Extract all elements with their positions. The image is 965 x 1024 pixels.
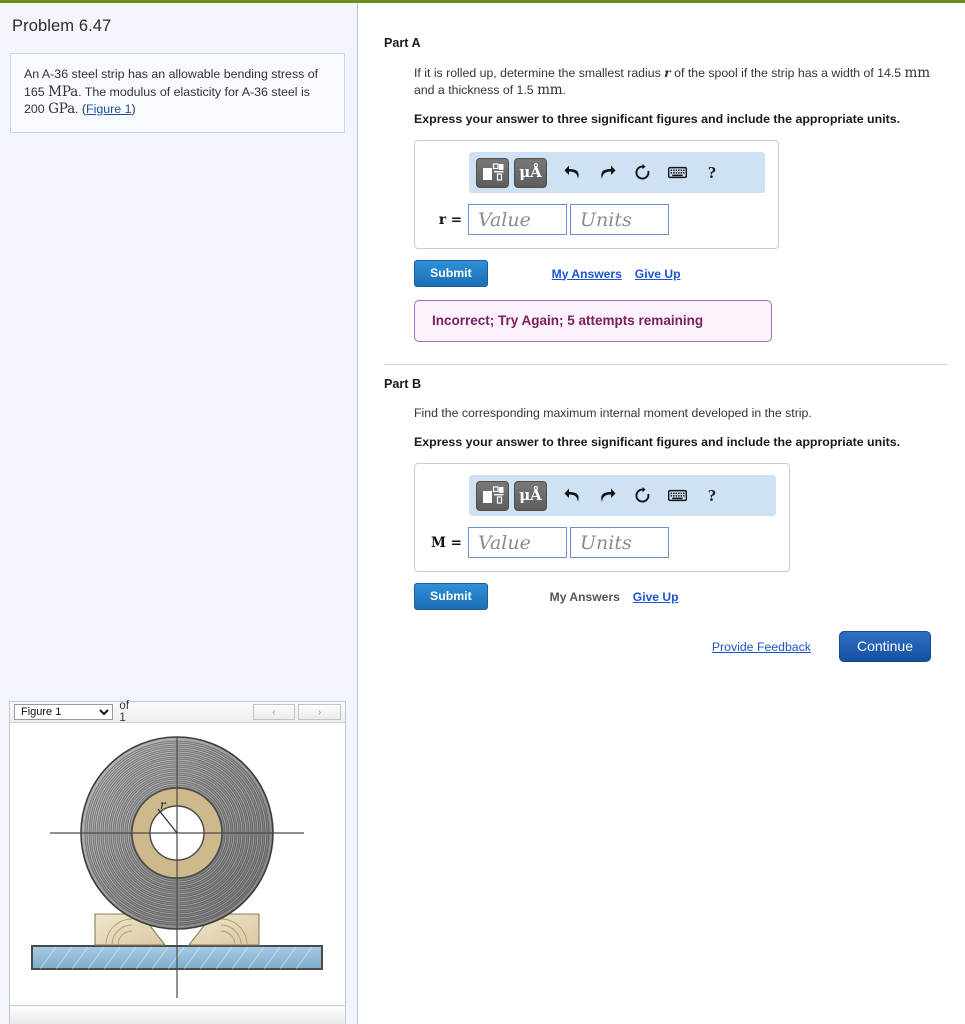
unit-gpa: GPa bbox=[48, 101, 76, 117]
question-text-3: and a thickness of 1.5 bbox=[414, 83, 538, 97]
part-b-math-toolbar: μÅ ? bbox=[469, 475, 776, 516]
figure-panel: Figure 1 of 1 ‹ › r bbox=[9, 700, 346, 1007]
part-a-input-row: r = bbox=[415, 204, 778, 235]
part-b-instruction: Express your answer to three significant… bbox=[414, 435, 901, 449]
part-a-input-label: r = bbox=[438, 211, 462, 228]
part-b-heading: Part B bbox=[384, 377, 422, 391]
reset-icon[interactable] bbox=[627, 481, 657, 511]
figure-toolbar: Figure 1 of 1 ‹ › bbox=[10, 700, 345, 724]
figure-image: r bbox=[10, 723, 345, 1006]
unit-mm-thickness: mm bbox=[537, 82, 563, 98]
part-b-units-input[interactable] bbox=[570, 527, 669, 558]
right-content-panel: Part A If it is rolled up, determine the… bbox=[359, 3, 965, 1024]
question-text-4: . bbox=[562, 83, 566, 97]
part-a-units-input[interactable] bbox=[570, 204, 669, 235]
problem-statement: An A-36 steel strip has an allowable ben… bbox=[10, 53, 345, 133]
figure-next-button[interactable]: › bbox=[298, 704, 341, 720]
question-text-2: of the spool if the strip has a width of… bbox=[670, 66, 905, 80]
chevron-right-icon: › bbox=[317, 706, 322, 718]
redo-icon[interactable] bbox=[592, 481, 622, 511]
question-text-1: If it is rolled up, determine the smalle… bbox=[414, 66, 665, 80]
footer-actions: Provide Feedback Continue bbox=[384, 631, 931, 662]
page-title: Problem 6.47 bbox=[12, 17, 112, 35]
part-b-input-row: M = bbox=[415, 527, 789, 558]
part-b-give-up-link[interactable]: Give Up bbox=[633, 590, 679, 604]
continue-button[interactable]: Continue bbox=[838, 631, 931, 662]
statement-part-4: ) bbox=[131, 102, 136, 116]
part-b-input-label: M = bbox=[431, 534, 462, 551]
figure-link[interactable]: Figure 1 bbox=[86, 102, 131, 116]
math-template-glyph bbox=[482, 163, 503, 181]
keyboard-icon[interactable] bbox=[662, 158, 692, 188]
undo-icon[interactable] bbox=[557, 481, 587, 511]
redo-icon[interactable] bbox=[592, 158, 622, 188]
part-a-submit-button[interactable]: Submit bbox=[414, 260, 488, 287]
provide-feedback-link[interactable]: Provide Feedback bbox=[712, 640, 811, 654]
micro-angstrom-label: μÅ bbox=[519, 486, 542, 504]
help-icon[interactable]: ? bbox=[697, 158, 727, 188]
problem-statement-text: An A-36 steel strip has an allowable ben… bbox=[24, 66, 331, 119]
figure-count-label: of 1 bbox=[119, 700, 130, 724]
math-template-icon[interactable] bbox=[476, 157, 509, 188]
chevron-left-icon: ‹ bbox=[272, 706, 276, 718]
part-a-my-answers-link[interactable]: My Answers bbox=[552, 267, 622, 281]
math-template-icon[interactable] bbox=[476, 480, 509, 511]
part-a-feedback-message: Incorrect; Try Again; 5 attempts remaini… bbox=[414, 300, 772, 342]
keyboard-icon[interactable] bbox=[662, 481, 692, 511]
micro-angstrom-icon[interactable]: μÅ bbox=[514, 480, 547, 511]
part-b-question: Find the corresponding maximum internal … bbox=[414, 406, 812, 420]
part-a-section: Part A If it is rolled up, determine the… bbox=[359, 36, 965, 342]
figure-prev-button[interactable]: ‹ bbox=[252, 704, 296, 720]
figure-select[interactable]: Figure 1 bbox=[14, 704, 114, 720]
statement-part-3: . ( bbox=[75, 102, 87, 116]
math-template-glyph bbox=[482, 486, 503, 504]
part-a-value-input[interactable] bbox=[468, 204, 567, 235]
question-variable-r: r bbox=[664, 65, 671, 80]
part-divider bbox=[384, 364, 947, 365]
part-a-answer-box: μÅ ? r = Value Units bbox=[414, 140, 779, 249]
micro-angstrom-icon[interactable]: μÅ bbox=[514, 157, 547, 188]
part-b-submit-button[interactable]: Submit bbox=[414, 583, 488, 610]
page-root: Problem 6.47 An A-36 steel strip has an … bbox=[0, 0, 965, 1024]
part-a-give-up-link[interactable]: Give Up bbox=[635, 267, 681, 281]
left-problem-panel: Problem 6.47 An A-36 steel strip has an … bbox=[0, 3, 358, 1024]
part-a-instruction: Express your answer to three significant… bbox=[414, 112, 901, 126]
steel-coil-diagram: r bbox=[31, 736, 323, 998]
figure-footer-strip bbox=[9, 1005, 346, 1024]
unit-mpa: MPa bbox=[48, 83, 79, 100]
part-a-math-toolbar: μÅ ? bbox=[469, 152, 765, 193]
part-b-submit-row: Submit My Answers Give Up bbox=[414, 583, 947, 610]
undo-icon[interactable] bbox=[557, 158, 587, 188]
part-b-answer-box: μÅ ? M = Value Units bbox=[414, 463, 790, 572]
reset-icon[interactable] bbox=[627, 158, 657, 188]
part-a-submit-row: Submit My Answers Give Up bbox=[414, 260, 947, 287]
part-b-my-answers-link: My Answers bbox=[549, 589, 620, 604]
part-b-section: Part B Find the corresponding maximum in… bbox=[359, 377, 965, 662]
part-a-question: If it is rolled up, determine the smalle… bbox=[414, 64, 934, 99]
part-b-value-input[interactable] bbox=[468, 527, 567, 558]
micro-angstrom-label: μÅ bbox=[519, 163, 542, 181]
part-a-heading: Part A bbox=[384, 36, 421, 50]
help-icon[interactable]: ? bbox=[697, 481, 727, 511]
unit-mm-width: mm bbox=[904, 65, 931, 81]
